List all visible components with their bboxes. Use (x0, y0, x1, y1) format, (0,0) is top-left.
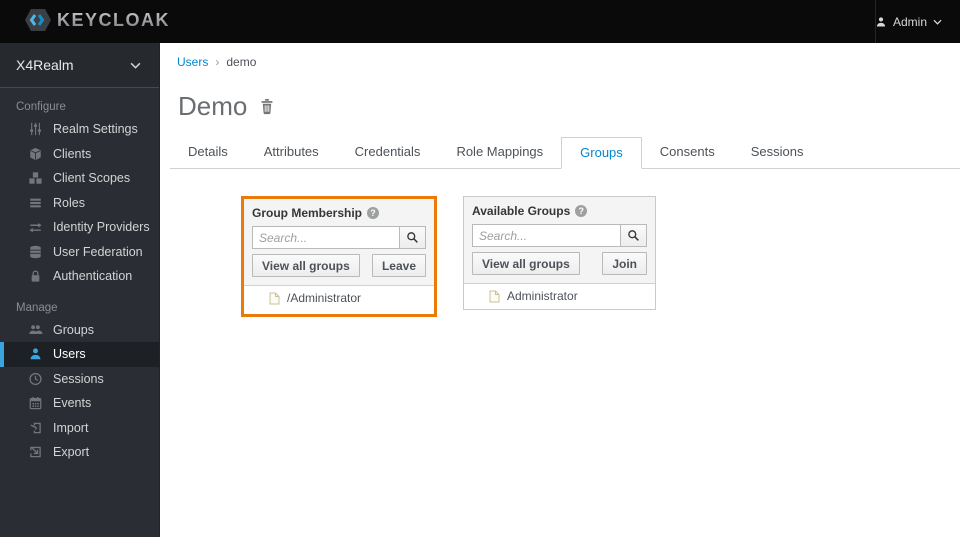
tab-consents[interactable]: Consents (642, 137, 733, 169)
available-groups-list: Administrator (464, 283, 655, 309)
group-membership-list: /Administrator (244, 285, 434, 314)
sidebar-item-label: Client Scopes (53, 171, 131, 186)
cube-icon (30, 147, 41, 160)
page-title: Demo (178, 91, 248, 121)
tab-details[interactable]: Details (170, 137, 246, 169)
export-icon (30, 447, 41, 458)
keycloak-logo: KEYCLOAK (25, 8, 170, 32)
file-icon (269, 292, 280, 304)
sliders-icon (30, 123, 41, 136)
sidebar-item-label: Roles (53, 195, 85, 210)
sidebar-item-client-scopes[interactable]: Client Scopes (0, 166, 159, 191)
breadcrumb-users-link[interactable]: Users (177, 55, 208, 69)
nav-section-configure: Configure (16, 101, 66, 113)
user-menu[interactable]: Admin (875, 0, 942, 43)
nav-section-manage: Manage (16, 301, 58, 314)
sidebar-item-authentication[interactable]: Authentication (0, 264, 159, 289)
exchange-icon (29, 223, 42, 233)
breadcrumb: Users › demo (160, 43, 960, 69)
search-icon (628, 230, 639, 241)
sidebar-item-export[interactable]: Export (0, 440, 159, 465)
sidebar-item-label: Import (53, 420, 89, 435)
group-name: /Administrator (287, 291, 362, 305)
tab-bar: Details Attributes Credentials Role Mapp… (170, 136, 960, 169)
sidebar-item-label: Clients (53, 146, 92, 161)
sidebar-item-groups[interactable]: Groups (0, 318, 159, 343)
tab-role-mappings[interactable]: Role Mappings (438, 137, 561, 169)
trash-icon (261, 99, 273, 115)
clock-icon (29, 372, 42, 385)
available-groups-panel: Available Groups View all groups Join (463, 196, 656, 310)
sidebar-item-label: Authentication (53, 269, 133, 284)
available-groups-search-button[interactable] (620, 224, 647, 247)
search-icon (407, 232, 418, 243)
sidebar-item-label: Events (53, 396, 92, 411)
database-icon (30, 245, 41, 258)
sidebar-item-roles[interactable]: Roles (0, 191, 159, 216)
delete-user-button[interactable] (259, 98, 275, 115)
sidebar-item-label: Groups (53, 322, 94, 337)
breadcrumb-current: demo (226, 55, 257, 69)
group-membership-panel: Group Membership View all groups Leave (241, 196, 437, 317)
group-icon (29, 325, 43, 334)
group-membership-title: Group Membership (252, 206, 363, 220)
sidebar-item-sessions[interactable]: Sessions (0, 367, 159, 392)
tab-sessions[interactable]: Sessions (733, 137, 822, 169)
user-menu-label: Admin (892, 14, 927, 29)
group-membership-search-input[interactable] (252, 226, 400, 249)
sidebar-item-events[interactable]: Events (0, 391, 159, 416)
realm-name: X4Realm (16, 57, 74, 73)
import-icon (30, 422, 41, 433)
available-groups-title: Available Groups (472, 204, 571, 218)
leave-button[interactable]: Leave (371, 254, 426, 277)
chevron-down-icon (933, 19, 942, 25)
brand-text: KEYCLOAK (57, 9, 171, 30)
group-name: Administrator (507, 289, 578, 303)
sidebar-item-users[interactable]: Users (0, 342, 159, 367)
sidebar-item-label: Users (53, 347, 86, 362)
sidebar-item-clients[interactable]: Clients (0, 142, 159, 167)
list-item[interactable]: /Administrator (244, 286, 434, 311)
cubes-icon (29, 172, 42, 184)
sidebar-item-realm-settings[interactable]: Realm Settings (0, 117, 159, 142)
sidebar-item-label: Realm Settings (53, 122, 138, 137)
sidebar-item-identity-providers[interactable]: Identity Providers (0, 215, 159, 240)
sidebar-item-user-federation[interactable]: User Federation (0, 240, 159, 265)
topbar: KEYCLOAK Admin (0, 0, 960, 43)
help-icon[interactable] (367, 207, 380, 219)
sidebar-item-label: User Federation (53, 244, 143, 259)
lock-icon (31, 270, 40, 282)
group-membership-search-button[interactable] (399, 226, 426, 249)
sidebar-item-import[interactable]: Import (0, 416, 159, 441)
tab-groups[interactable]: Groups (561, 137, 642, 169)
keycloak-logo-icon (25, 9, 51, 31)
view-all-groups-button[interactable]: View all groups (472, 252, 580, 275)
help-icon[interactable] (575, 205, 588, 217)
sidebar-item-label: Sessions (53, 371, 104, 386)
calendar-icon (29, 397, 42, 410)
tab-attributes[interactable]: Attributes (246, 137, 337, 169)
breadcrumb-separator: › (215, 55, 220, 69)
join-button[interactable]: Join (602, 252, 647, 275)
sidebar: X4Realm Configure Realm Settings Clients… (0, 43, 160, 537)
view-all-groups-button[interactable]: View all groups (252, 254, 360, 277)
tab-credentials[interactable]: Credentials (337, 137, 439, 169)
sidebar-item-label: Identity Providers (53, 220, 150, 235)
user-icon (876, 16, 886, 26)
file-icon (489, 290, 500, 302)
sidebar-item-label: Export (53, 445, 90, 460)
list-item[interactable]: Administrator (464, 284, 655, 309)
user-icon (30, 348, 41, 360)
main-content: Users › demo Demo Details Attributes Cre… (160, 43, 960, 540)
list-icon (30, 198, 41, 208)
available-groups-search-input[interactable] (472, 224, 621, 247)
realm-selector[interactable]: X4Realm (0, 43, 159, 88)
chevron-down-icon (130, 62, 141, 69)
